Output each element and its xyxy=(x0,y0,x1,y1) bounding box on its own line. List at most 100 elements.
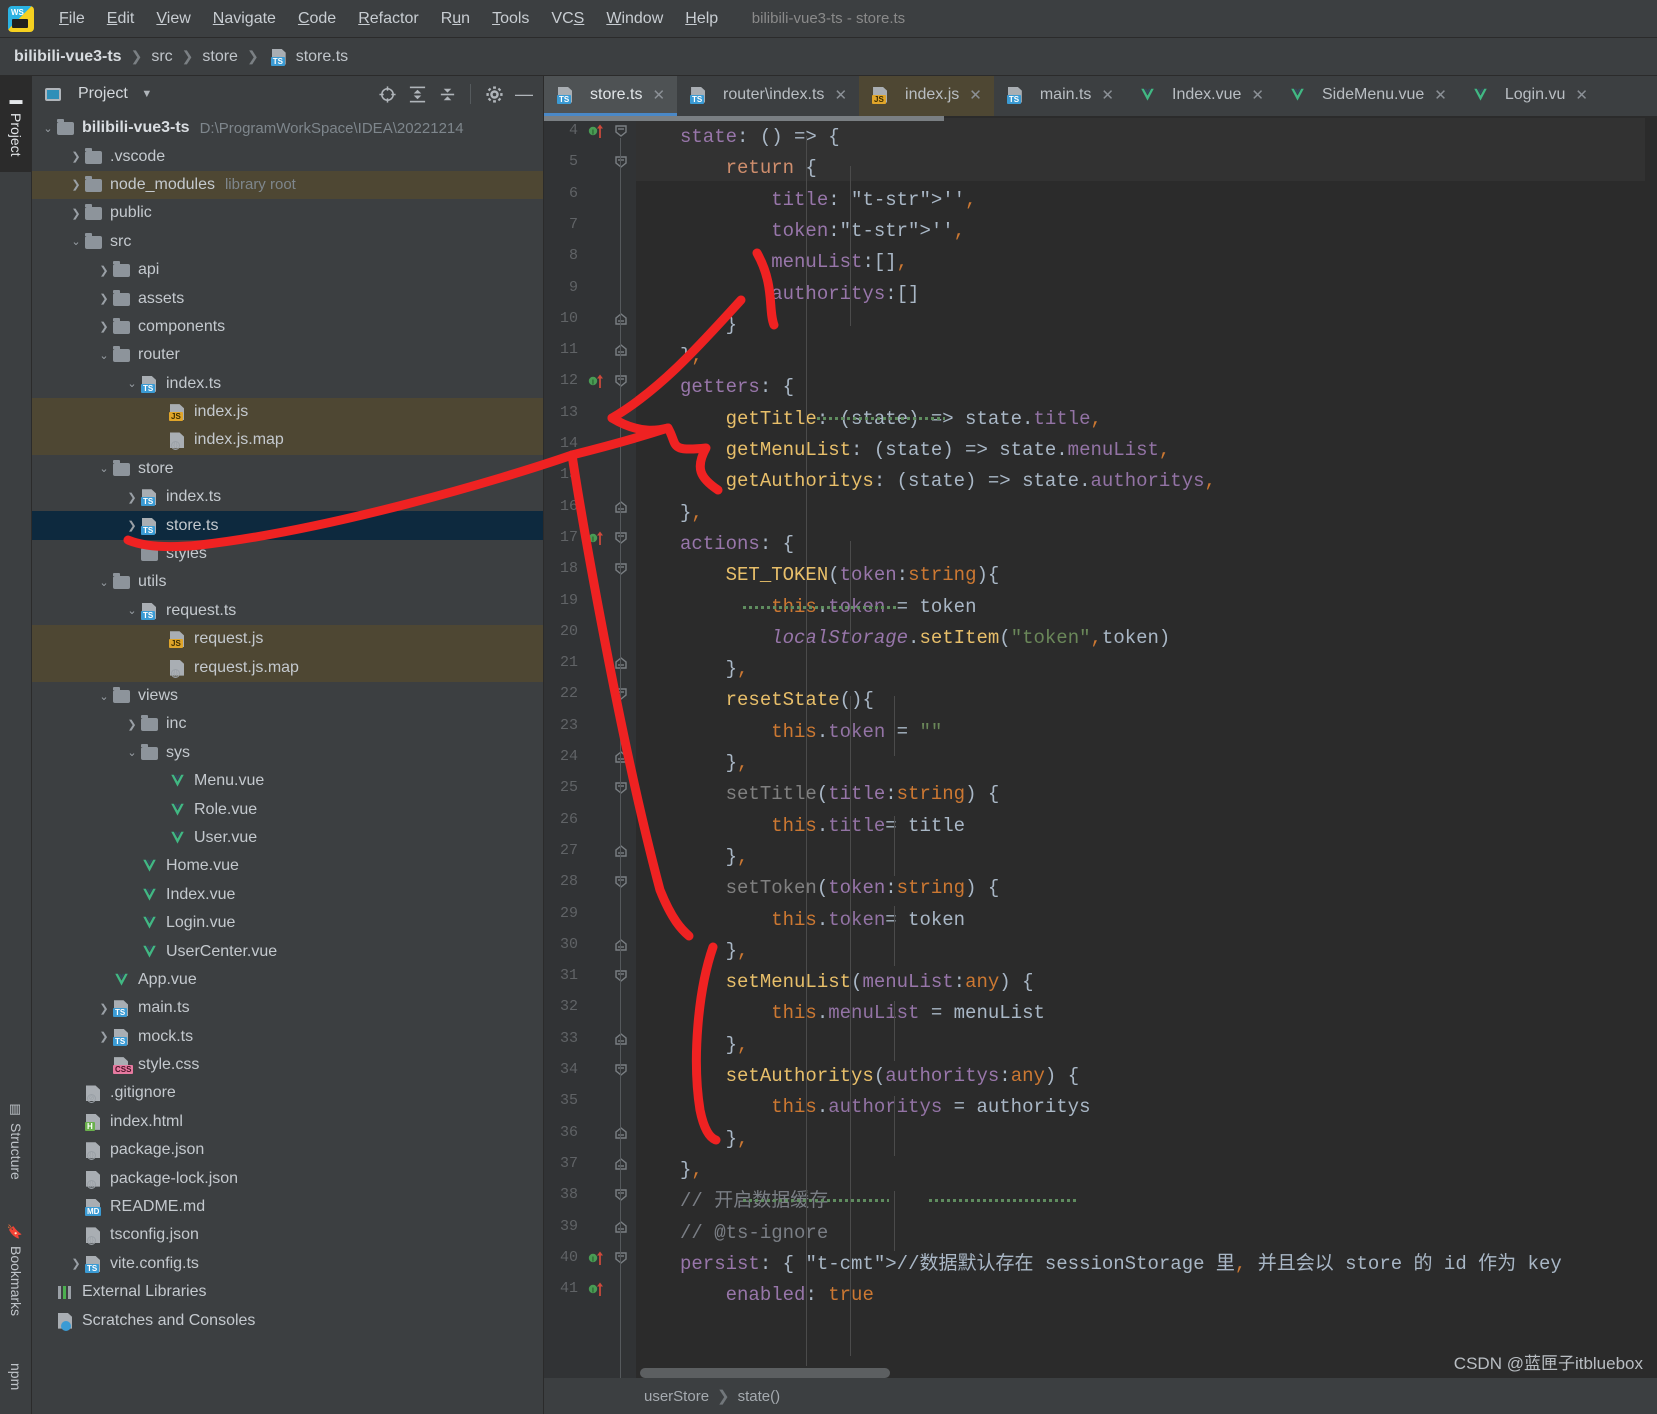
gear-icon[interactable] xyxy=(483,83,505,105)
chevron-right-icon[interactable]: ❯ xyxy=(96,320,112,333)
tree-row[interactable]: ❯TSvite.config.ts xyxy=(32,1250,543,1278)
tree-row[interactable]: ❯api xyxy=(32,256,543,284)
code-line[interactable]: setMenuList(menuList:any) { xyxy=(636,967,1034,998)
chevron-down-icon[interactable]: ⌄ xyxy=(124,746,140,759)
code-text[interactable]: state: () => { return { title: "t-str">'… xyxy=(636,116,1645,1378)
tree-row[interactable]: ❯.vscode xyxy=(32,142,543,170)
tree-row[interactable]: ❯node_moduleslibrary root xyxy=(32,171,543,199)
tool-button-npm[interactable]: npm xyxy=(0,1354,32,1400)
tree-row[interactable]: ❯TSmain.ts xyxy=(32,994,543,1022)
tree-row[interactable]: ⌄views xyxy=(32,682,543,710)
tree-row[interactable]: Index.vue xyxy=(32,881,543,909)
editor-tab[interactable]: TSstore.ts✕ xyxy=(544,76,677,116)
modified-gutter-marker-icon[interactable]: I xyxy=(588,373,604,389)
menu-item-vcs[interactable]: VCS xyxy=(540,6,595,32)
code-line[interactable]: } xyxy=(636,310,737,341)
menu-item-run[interactable]: Run xyxy=(430,6,481,32)
chevron-right-icon[interactable]: ❯ xyxy=(68,207,84,220)
chevron-down-icon[interactable]: ⌄ xyxy=(124,604,140,617)
code-line[interactable]: state: () => { xyxy=(636,122,840,153)
code-line[interactable]: return { xyxy=(636,153,817,184)
chevron-right-icon[interactable]: ❯ xyxy=(68,150,84,163)
close-icon[interactable]: ✕ xyxy=(1101,86,1114,104)
chevron-down-icon[interactable]: ⌄ xyxy=(124,377,140,390)
code-line[interactable]: getAuthoritys: (state) => state.authorit… xyxy=(636,466,1216,497)
breadcrumb-item-project[interactable]: bilibili-vue3-ts xyxy=(14,48,122,66)
code-line[interactable]: }, xyxy=(636,748,748,779)
menu-item-window[interactable]: Window xyxy=(595,6,674,32)
tree-row[interactable]: ❯inc xyxy=(32,710,543,738)
status-crumb-state[interactable]: state() xyxy=(738,1388,781,1405)
tree-row[interactable]: ⊘.gitignore xyxy=(32,1079,543,1107)
modified-gutter-marker-icon[interactable]: I xyxy=(588,530,604,546)
chevron-down-icon[interactable]: ⌄ xyxy=(96,690,112,703)
tree-row[interactable]: ⌄bilibili-vue3-tsD:\ProgramWorkSpace\IDE… xyxy=(32,114,543,142)
menu-item-file[interactable]: File xyxy=(48,6,96,32)
horizontal-scrollbar[interactable] xyxy=(640,1368,890,1378)
tree-row[interactable]: styles xyxy=(32,540,543,568)
tree-row[interactable]: {}package.json xyxy=(32,1136,543,1164)
editor-tab[interactable]: SideMenu.vue✕ xyxy=(1276,76,1459,116)
code-line[interactable]: persist: { "t-cmt">//数据默认存在 sessionStora… xyxy=(636,1249,1562,1280)
code-line[interactable]: this.token = "" xyxy=(636,717,942,748)
editor-tab-bar[interactable]: TSstore.ts✕TSrouter\index.ts✕JSindex.js✕… xyxy=(544,76,1657,116)
tree-row[interactable]: Scratches and Consoles xyxy=(32,1306,543,1334)
tree-row[interactable]: Menu.vue xyxy=(32,767,543,795)
editor-top-scroll-indicator[interactable] xyxy=(544,116,944,121)
menu-item-tools[interactable]: Tools xyxy=(481,6,540,32)
status-crumb-store[interactable]: userStore xyxy=(644,1388,709,1405)
tree-row[interactable]: JSindex.js xyxy=(32,398,543,426)
code-line[interactable]: setTitle(title:string) { xyxy=(636,779,999,810)
menu-item-view[interactable]: View xyxy=(145,6,201,32)
tool-button-project[interactable]: ▬ Project xyxy=(0,76,32,172)
chevron-down-icon[interactable]: ⌄ xyxy=(96,349,112,362)
minimize-icon[interactable]: — xyxy=(513,83,535,105)
tree-row[interactable]: {}package-lock.json xyxy=(32,1164,543,1192)
code-line[interactable]: }, xyxy=(636,498,703,529)
tree-row[interactable]: App.vue xyxy=(32,966,543,994)
code-line[interactable]: localStorage.setItem("token",token) xyxy=(636,623,1170,654)
chevron-down-icon[interactable]: ⌄ xyxy=(96,576,112,589)
tree-row[interactable]: ⌄TSrequest.ts xyxy=(32,597,543,625)
editor-tab[interactable]: JSindex.js✕ xyxy=(859,76,994,116)
tree-row[interactable]: Role.vue xyxy=(32,795,543,823)
tree-row[interactable]: External Libraries xyxy=(32,1278,543,1306)
chevron-right-icon[interactable]: ❯ xyxy=(68,178,84,191)
breadcrumb-item-src[interactable]: src xyxy=(151,48,172,66)
tree-row[interactable]: Hindex.html xyxy=(32,1108,543,1136)
editor-tab[interactable]: TSmain.ts✕ xyxy=(994,76,1126,116)
tree-row[interactable]: User.vue xyxy=(32,824,543,852)
chevron-right-icon[interactable]: ❯ xyxy=(96,1030,112,1043)
editor-tab[interactable]: TSrouter\index.ts✕ xyxy=(677,76,859,116)
code-line[interactable]: setToken(token:string) { xyxy=(636,873,999,904)
code-line[interactable]: this.title= title xyxy=(636,811,965,842)
tree-row[interactable]: ⌄store xyxy=(32,455,543,483)
menu-item-refactor[interactable]: Refactor xyxy=(347,6,429,32)
editor-tab[interactable]: Index.vue✕ xyxy=(1126,76,1276,116)
close-icon[interactable]: ✕ xyxy=(834,86,847,104)
tree-row[interactable]: ❯assets xyxy=(32,284,543,312)
tree-row[interactable]: Login.vue xyxy=(32,909,543,937)
code-line[interactable]: }, xyxy=(636,936,748,967)
modified-gutter-marker-icon[interactable]: I xyxy=(588,1250,604,1266)
code-line[interactable]: }, xyxy=(636,341,703,372)
chevron-down-icon[interactable]: ▼ xyxy=(136,83,158,105)
code-line[interactable]: }, xyxy=(636,1155,703,1186)
code-line[interactable]: resetState(){ xyxy=(636,685,874,716)
code-line[interactable]: getMenuList: (state) => state.menuList, xyxy=(636,435,1170,466)
close-icon[interactable]: ✕ xyxy=(652,86,665,104)
code-line[interactable]: menuList:[], xyxy=(636,247,908,278)
code-line[interactable]: }, xyxy=(636,1030,748,1061)
tree-row[interactable]: {}index.js.map xyxy=(32,426,543,454)
chevron-right-icon[interactable]: ❯ xyxy=(96,1002,112,1015)
tree-row[interactable]: ❯TSmock.ts xyxy=(32,1023,543,1051)
menu-item-edit[interactable]: Edit xyxy=(96,6,146,32)
collapse-all-icon[interactable] xyxy=(436,83,458,105)
modified-gutter-marker-icon[interactable]: I xyxy=(588,123,604,139)
close-icon[interactable]: ✕ xyxy=(969,86,982,104)
tree-row[interactable]: ❯TSstore.ts xyxy=(32,511,543,539)
chevron-down-icon[interactable]: ⌄ xyxy=(68,235,84,248)
editor-scrollbar[interactable] xyxy=(1645,116,1657,1378)
editor-gutter[interactable]: 4I56789101112I1314151617I181920212223242… xyxy=(544,116,636,1378)
tree-row[interactable]: ⌄router xyxy=(32,341,543,369)
